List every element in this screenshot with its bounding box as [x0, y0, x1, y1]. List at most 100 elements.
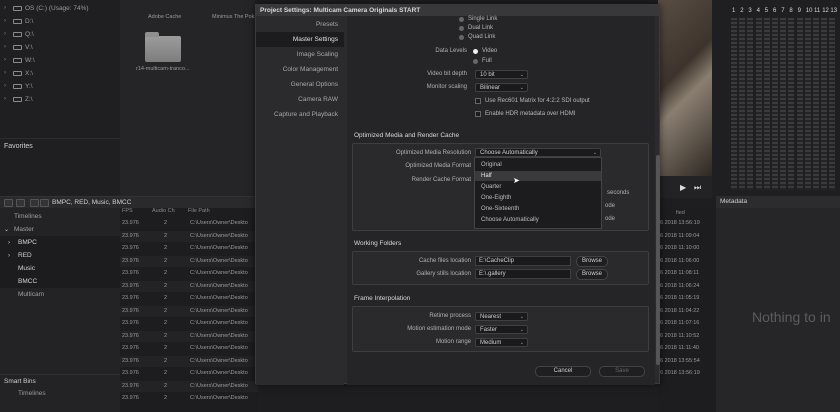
- back-icon[interactable]: [30, 199, 39, 207]
- monitor-scaling-select[interactable]: Bilinear ⌄: [475, 83, 528, 92]
- forward-icon[interactable]: [40, 199, 49, 207]
- play-icon[interactable]: ▶: [680, 183, 686, 192]
- menu-item-one-eighth[interactable]: One-Eighth: [475, 193, 601, 203]
- radio-single-link[interactable]: [459, 17, 464, 22]
- bit-depth-select[interactable]: 10 bit ⌄: [475, 70, 528, 79]
- hdr-checkbox[interactable]: [475, 111, 481, 117]
- cache-location-input[interactable]: E:\CacheClip: [475, 256, 571, 266]
- meter-bar: [804, 18, 811, 190]
- bit-depth-label: Video bit depth: [427, 71, 467, 77]
- folder-icon[interactable]: [145, 32, 181, 62]
- table-row[interactable]: 23.976 2 C:\Users\Owner\Deskto: [120, 380, 258, 392]
- drive-item[interactable]: › OS (C:) (Usage: 74%): [4, 2, 89, 14]
- skip-end-icon[interactable]: ⏭: [694, 183, 701, 193]
- chevron-right-icon[interactable]: ›: [4, 57, 10, 63]
- drive-item[interactable]: › V:\: [4, 41, 33, 53]
- clip-table: FPS Audio Ch File Path 23.976 2 C:\Users\O…: [120, 208, 258, 412]
- browse-gallery-button[interactable]: Browse: [576, 269, 608, 280]
- bin-path: BMPC, RED, Music, BMCC: [52, 199, 132, 206]
- nav-general-options[interactable]: General Options: [256, 77, 344, 92]
- retime-select[interactable]: Nearest ⌄: [475, 312, 528, 321]
- meter-channel-label: 11: [814, 8, 821, 14]
- motion-range-select[interactable]: Medium ⌄: [475, 338, 528, 347]
- nav-color-management[interactable]: Color Management: [256, 62, 344, 77]
- smart-bin-item[interactable]: Timelines: [18, 390, 46, 397]
- table-row[interactable]: 23.976 2 C:\Users\Owner\Deskto: [120, 280, 258, 292]
- bin-item-master[interactable]: ⌄ Master: [0, 223, 120, 236]
- meter-bar: [788, 18, 795, 190]
- settings-scrollbar[interactable]: [656, 155, 660, 365]
- table-row[interactable]: 23.976 2 C:\Users\Owner\Deskto: [120, 305, 258, 317]
- table-row[interactable]: 23.976 2 C:\Users\Owner\Deskto: [120, 330, 258, 342]
- column-header-modified[interactable]: fied: [676, 210, 685, 216]
- chevron-right-icon[interactable]: ›: [4, 96, 10, 102]
- radio-quad-link[interactable]: [459, 35, 464, 40]
- column-header-audio[interactable]: Audio Ch: [152, 208, 175, 218]
- bin-item-multicam[interactable]: Multicam: [0, 288, 120, 301]
- chevron-right-icon[interactable]: ›: [8, 253, 10, 259]
- drive-label: X:\: [25, 69, 33, 77]
- select-value: 10 bit: [480, 72, 495, 78]
- column-header-fps[interactable]: FPS: [122, 208, 133, 218]
- motion-mode-select[interactable]: Faster ⌄: [475, 325, 528, 334]
- motion-mode-label: Motion estimation mode: [407, 326, 471, 332]
- chevron-right-icon[interactable]: ›: [4, 44, 10, 50]
- chevron-right-icon[interactable]: ›: [4, 5, 10, 11]
- menu-item-one-sixteenth[interactable]: One-Sixteenth: [475, 204, 601, 214]
- table-row[interactable]: 23.976 2 C:\Users\Owner\Deskto: [120, 218, 258, 229]
- bin-item-music[interactable]: Music: [0, 262, 120, 275]
- drive-item[interactable]: › Q:\: [4, 28, 34, 40]
- table-row[interactable]: 23.976 2 C:\Users\Owner\Deskto: [120, 355, 258, 367]
- table-row[interactable]: 23.976 2 C:\Users\Owner\Deskto: [120, 230, 258, 242]
- bin-item-bmpc[interactable]: › BMPC: [0, 236, 120, 249]
- chevron-down-icon[interactable]: [16, 199, 25, 207]
- chevron-right-icon[interactable]: ›: [4, 18, 10, 24]
- nav-camera-raw[interactable]: Camera RAW: [256, 92, 344, 107]
- drive-item[interactable]: › Y:\: [4, 80, 33, 92]
- column-header-path[interactable]: File Path: [188, 208, 210, 218]
- bin-item-bmcc[interactable]: BMCC: [0, 275, 120, 288]
- chevron-right-icon[interactable]: ›: [4, 83, 10, 89]
- drive-item[interactable]: › D:\: [4, 15, 33, 27]
- bin-item-timelines[interactable]: Timelines: [0, 210, 120, 223]
- menu-item-half[interactable]: Half: [475, 171, 601, 181]
- table-row[interactable]: 23.976 2 C:\Users\Owner\Deskto: [120, 243, 258, 254]
- menu-item-quarter[interactable]: Quarter: [475, 182, 601, 192]
- chevron-right-icon[interactable]: ›: [8, 240, 10, 246]
- meter-channel-label: 10: [805, 8, 813, 14]
- nav-capture-playback[interactable]: Capture and Playback: [256, 107, 344, 122]
- rec601-checkbox[interactable]: [475, 98, 481, 104]
- table-row[interactable]: 23.976 2 C:\Users\Owner\Deskto: [120, 368, 258, 379]
- table-row[interactable]: 23.976 2 C:\Users\Owner\Deskto: [120, 343, 258, 354]
- gallery-location-input[interactable]: E:\.gallery: [475, 269, 571, 279]
- chevron-right-icon[interactable]: ›: [4, 31, 10, 37]
- drive-item[interactable]: › X:\: [4, 67, 33, 79]
- menu-item-original[interactable]: Original: [475, 160, 601, 170]
- cancel-button[interactable]: Cancel: [535, 366, 591, 377]
- table-row[interactable]: 23.976 2 C:\Users\Owner\Deskto: [120, 318, 258, 329]
- table-row[interactable]: 23.976 2 C:\Users\Owner\Deskto: [120, 268, 258, 279]
- table-row[interactable]: 23.976 2 C:\Users\Owner\Deskto: [120, 393, 258, 404]
- drive-item[interactable]: › W:\: [4, 54, 35, 66]
- radio-label: Video: [482, 48, 498, 54]
- chevron-right-icon[interactable]: ›: [4, 70, 10, 76]
- radio-full[interactable]: [473, 59, 478, 64]
- save-button[interactable]: Save: [599, 366, 645, 377]
- menu-item-choose-automatically[interactable]: Choose Automatically: [475, 215, 601, 225]
- nav-image-scaling[interactable]: Image Scaling: [256, 47, 344, 62]
- audio-meter: 1 2 3 4 5 6 7 8 9 10 11 12 13: [712, 0, 840, 196]
- panel-toggle-icon[interactable]: [4, 199, 13, 207]
- cell-date: 6 2018 13:56:19: [660, 220, 700, 226]
- cell-audio: 2: [164, 395, 168, 401]
- drive-item[interactable]: › Z:\: [4, 93, 33, 105]
- nav-presets[interactable]: Presets: [256, 17, 344, 32]
- table-row[interactable]: 23.976 2 C:\Users\Owner\Deskto: [120, 293, 258, 304]
- radio-video[interactable]: [473, 49, 478, 54]
- radio-dual-link[interactable]: [459, 26, 464, 31]
- chevron-down-icon[interactable]: ⌄: [4, 226, 9, 233]
- nav-master-settings[interactable]: Master Settings: [256, 32, 344, 47]
- bin-item-red[interactable]: › RED: [0, 249, 120, 262]
- table-row[interactable]: 23.976 2 C:\Users\Owner\Deskto: [120, 255, 258, 267]
- resolution-select[interactable]: Choose Automatically ⌄: [475, 148, 601, 157]
- browse-cache-button[interactable]: Browse: [576, 256, 608, 267]
